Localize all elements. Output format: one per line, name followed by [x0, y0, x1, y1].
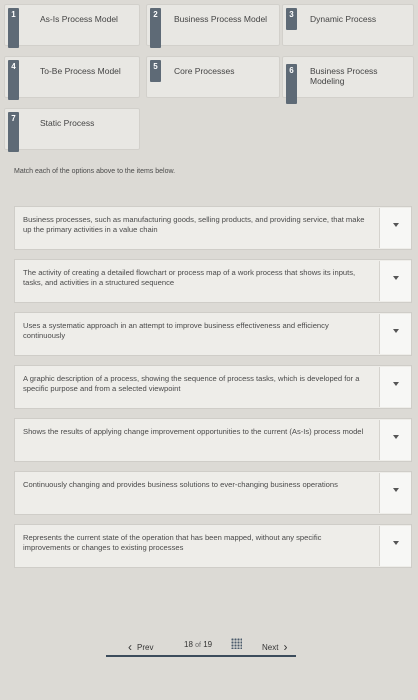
match-dropdown[interactable]: [379, 261, 411, 301]
match-item-text: The activity of creating a detailed flow…: [23, 268, 356, 287]
chevron-down-icon: [393, 223, 399, 227]
match-row: The activity of creating a detailed flow…: [14, 259, 412, 303]
option-number: 3: [286, 8, 297, 30]
option-label: Core Processes: [174, 66, 235, 76]
current-page: 18: [184, 640, 193, 649]
match-item-text: Uses a systematic approach in an attempt…: [23, 321, 329, 340]
match-dropdown[interactable]: [379, 473, 411, 513]
match-item-text: A graphic description of a process, show…: [23, 374, 360, 393]
option-label: Static Process: [40, 118, 95, 128]
match-row: Business processes, such as manufacturin…: [14, 206, 412, 250]
page-indicator: 18 of 19: [184, 640, 212, 649]
chevron-down-icon: [393, 488, 399, 492]
chevron-down-icon: [393, 276, 399, 280]
match-dropdown[interactable]: [379, 526, 411, 566]
match-row: Represents the current state of the oper…: [14, 524, 412, 568]
page-of-label: of: [195, 642, 201, 649]
match-row: Shows the results of applying change imp…: [14, 418, 412, 462]
option-number: 6: [286, 64, 297, 104]
option-7: 7 Static Process: [4, 108, 140, 152]
total-pages: 19: [203, 640, 213, 649]
chevron-down-icon: [393, 329, 399, 333]
option-number: 7: [8, 112, 19, 152]
option-label: Business Process Model: [174, 14, 268, 24]
option-1: 1 As-Is Process Model: [4, 4, 140, 48]
match-item-text: Business processes, such as manufacturin…: [23, 215, 365, 234]
option-6: 6 Business Process Modeling: [282, 56, 414, 104]
option-number: 4: [8, 60, 19, 100]
match-dropdown[interactable]: [379, 420, 411, 460]
option-number: 1: [8, 8, 19, 48]
option-4: 4 To-Be Process Model: [4, 56, 140, 100]
match-item-text: Represents the current state of the oper…: [23, 533, 322, 552]
next-button[interactable]: Next: [262, 640, 287, 654]
match-dropdown[interactable]: [379, 208, 411, 248]
option-number: 5: [150, 60, 161, 82]
option-5: 5 Core Processes: [146, 56, 280, 98]
chevron-down-icon: [393, 435, 399, 439]
option-2: 2 Business Process Model: [146, 4, 280, 48]
option-label: To-Be Process Model: [40, 66, 121, 76]
match-dropdown[interactable]: [379, 367, 411, 407]
option-3: 3 Dynamic Process: [282, 4, 414, 46]
option-label: Business Process Modeling: [310, 66, 378, 86]
match-row: A graphic description of a process, show…: [14, 365, 412, 409]
instructions: Match each of the options above to the i…: [14, 168, 176, 175]
match-item-text: Shows the results of applying change imp…: [23, 427, 364, 436]
match-row: Uses a systematic approach in an attempt…: [14, 312, 412, 356]
match-row: Continuously changing and provides busin…: [14, 471, 412, 515]
grid-icon[interactable]: [231, 638, 242, 649]
pagination-underline: [106, 655, 296, 657]
option-number: 2: [150, 8, 161, 48]
chevron-down-icon: [393, 541, 399, 545]
match-dropdown[interactable]: [379, 314, 411, 354]
option-label: Dynamic Process: [310, 14, 377, 24]
match-item-text: Continuously changing and provides busin…: [23, 480, 338, 489]
chevron-down-icon: [393, 382, 399, 386]
option-label: As-Is Process Model: [40, 14, 118, 24]
pagination: Prev 18 of 19 Next: [0, 633, 418, 661]
prev-button[interactable]: Prev: [128, 640, 153, 654]
